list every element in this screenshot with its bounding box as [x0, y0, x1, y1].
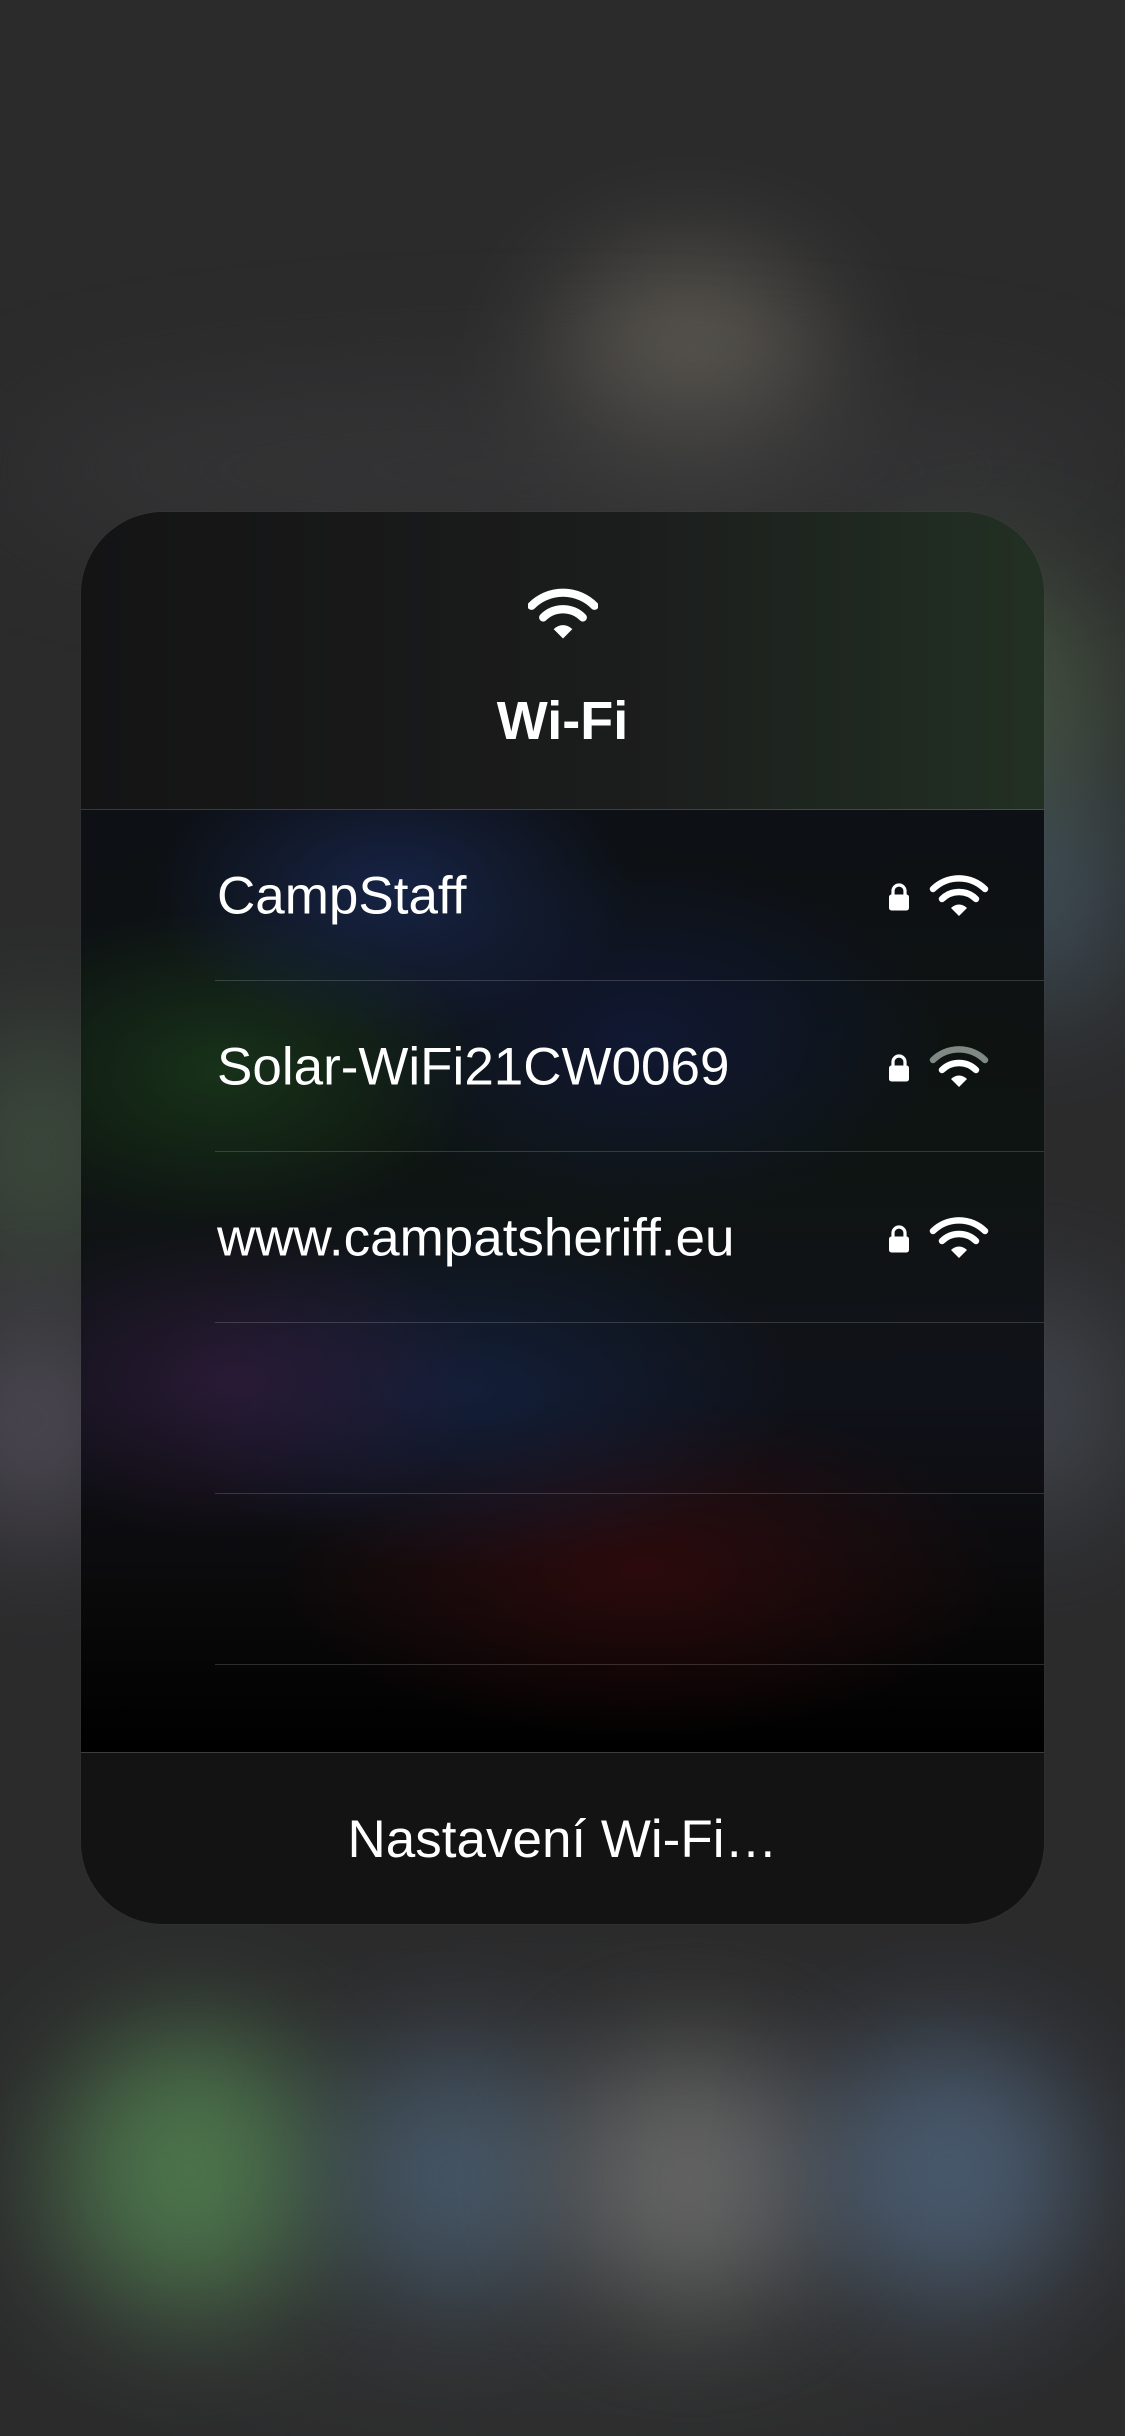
- row-divider: [215, 1664, 1044, 1665]
- empty-row: [81, 1323, 1044, 1494]
- lock-icon: [889, 1054, 909, 1082]
- background-blur: [60, 2030, 320, 2310]
- wifi-signal-icon: [929, 1217, 989, 1258]
- lock-icon: [889, 883, 909, 911]
- wifi-icon: [528, 588, 598, 639]
- network-row-solar-wifi[interactable]: Solar-WiFi21CW0069: [81, 981, 1044, 1152]
- screen: Wi-Fi CampStaff Solar-WiFi21CW0069 www.c…: [0, 0, 1125, 2436]
- network-list: CampStaff Solar-WiFi21CW0069 www.campats…: [81, 810, 1044, 1752]
- network-row-campatsheriff[interactable]: www.campatsheriff.eu: [81, 1152, 1044, 1323]
- wifi-settings-label: Nastavení Wi-Fi…: [347, 1810, 778, 1869]
- network-name: Solar-WiFi21CW0069: [217, 1037, 730, 1096]
- network-row-campstaff[interactable]: CampStaff: [81, 810, 1044, 981]
- wifi-signal-icon: [929, 875, 989, 916]
- background-blur: [820, 2040, 1080, 2300]
- wifi-signal-icon: [929, 1046, 989, 1087]
- network-name: CampStaff: [217, 866, 467, 925]
- lock-icon: [889, 1225, 909, 1253]
- wifi-panel: Wi-Fi CampStaff Solar-WiFi21CW0069 www.c…: [81, 512, 1044, 1924]
- wifi-panel-header[interactable]: Wi-Fi: [81, 512, 1044, 810]
- background-blur: [340, 2050, 570, 2300]
- background-blur: [560, 2050, 820, 2310]
- network-name: www.campatsheriff.eu: [217, 1208, 735, 1267]
- wifi-settings-button[interactable]: Nastavení Wi-Fi…: [81, 1752, 1044, 1924]
- wifi-panel-title: Wi-Fi: [496, 691, 629, 751]
- empty-row: [81, 1494, 1044, 1665]
